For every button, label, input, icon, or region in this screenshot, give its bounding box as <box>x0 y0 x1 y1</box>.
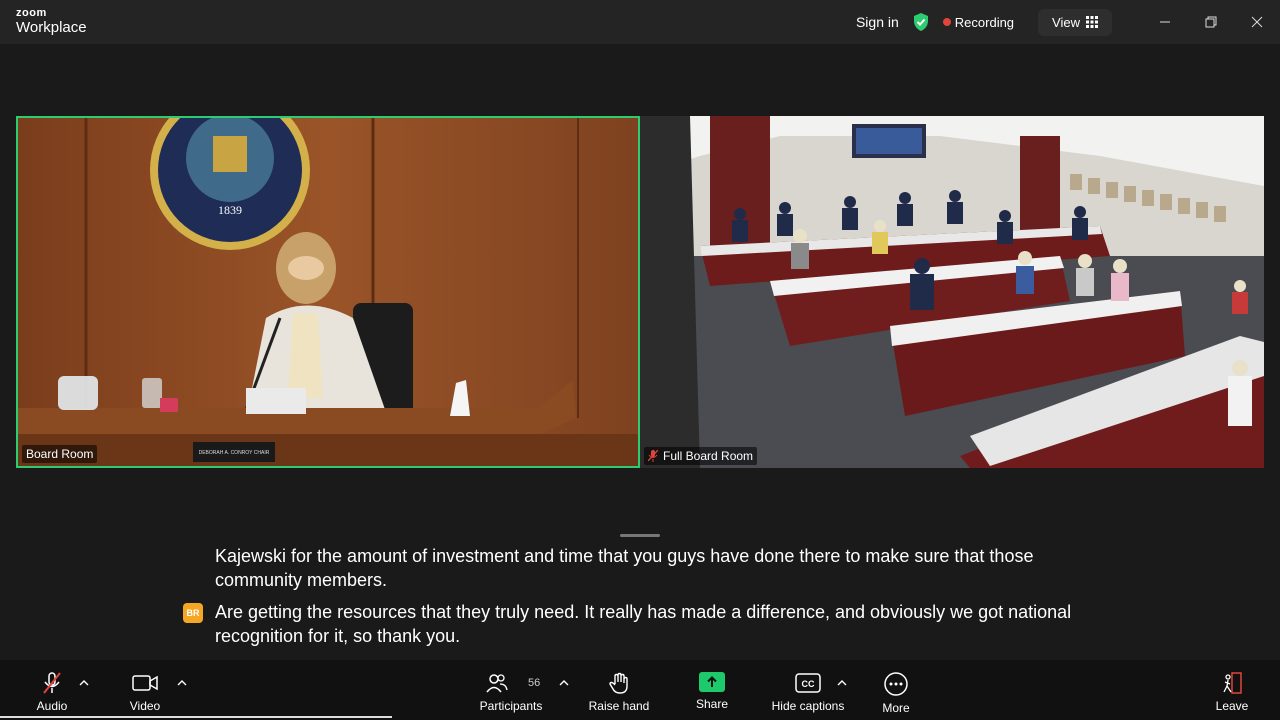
leave-button[interactable]: Leave <box>1210 660 1254 720</box>
full-board-room-video-feed <box>640 116 1264 468</box>
speaker-avatar: BR <box>183 603 203 623</box>
tile-name: Board Room <box>26 447 94 461</box>
view-button[interactable]: View <box>1038 8 1112 36</box>
video-options-caret-icon[interactable] <box>177 678 187 688</box>
sign-in-link[interactable]: Sign in <box>856 14 899 30</box>
participants-button[interactable]: Participants <box>476 660 546 720</box>
muted-mic-icon <box>648 450 658 462</box>
captions-options-caret-icon[interactable] <box>837 678 847 688</box>
video-label: Video <box>129 699 161 713</box>
tile-label-full-board-room: Full Board Room <box>644 447 758 465</box>
tile-label-board-room: Board Room <box>22 445 98 463</box>
audio-options-caret-icon[interactable] <box>79 678 89 688</box>
nameplate-text: DEBORAH A. CONROY CHAIR <box>199 450 270 456</box>
svg-text:CC: CC <box>802 679 815 689</box>
recording-dot-icon <box>942 18 951 26</box>
leave-door-icon <box>1223 672 1242 694</box>
more-button[interactable]: More <box>874 660 918 720</box>
participant-count: 56 <box>528 677 541 689</box>
audio-label: Audio <box>36 699 68 713</box>
recording-label: Recording <box>954 14 1015 30</box>
share-button[interactable]: Share <box>690 660 734 720</box>
minimize-button[interactable] <box>1142 0 1188 44</box>
restore-icon <box>1205 16 1217 28</box>
video-tile-full-board-room[interactable]: Full Board Room <box>640 116 1264 468</box>
close-button[interactable] <box>1234 0 1280 44</box>
audio-button[interactable]: Audio <box>30 660 74 720</box>
toolbar-scrollbar <box>0 716 392 718</box>
raise-hand-label: Raise hand <box>588 699 650 713</box>
participants-label: Participants <box>479 699 543 713</box>
zoom-workplace-logo: zoom Workplace <box>16 7 87 36</box>
video-tile-board-room[interactable]: 1839 DEBORAH A. CONROY CHAIR Board Room <box>16 116 640 468</box>
title-bar: zoom Workplace Sign in Recording View <box>0 0 1280 44</box>
board-room-video-feed: 1839 DEBORAH A. CONROY CHAIR <box>18 118 638 466</box>
captions-resize-handle[interactable] <box>620 534 660 537</box>
logo-workplace-text: Workplace <box>16 19 87 36</box>
more-options-icon <box>884 672 908 696</box>
seal-year: 1839 <box>218 203 242 217</box>
leave-label: Leave <box>1215 699 1249 713</box>
share-label: Share <box>695 697 729 711</box>
participants-icon <box>486 674 508 693</box>
caption-line: Are getting the resources that they trul… <box>215 602 1072 646</box>
video-stage: 1839 DEBORAH A. CONROY CHAIR Board Room … <box>0 44 1280 544</box>
raise-hand-button[interactable]: Raise hand <box>586 660 652 720</box>
camera-icon <box>132 675 158 691</box>
closed-captions-icon: CC <box>795 673 821 693</box>
raise-hand-icon <box>609 672 628 694</box>
more-label: More <box>882 701 910 715</box>
restore-button[interactable] <box>1188 0 1234 44</box>
grid-icon <box>1086 16 1098 28</box>
encryption-shield-icon[interactable] <box>913 13 929 31</box>
meeting-toolbar: Audio Video Participants 56 Raise hand S… <box>0 660 1280 720</box>
captions-panel: Kajewski for the amount of investment an… <box>0 544 1280 660</box>
tile-name: Full Board Room <box>663 449 754 463</box>
microphone-muted-icon <box>43 672 61 694</box>
video-button[interactable]: Video <box>122 660 168 720</box>
recording-indicator[interactable]: Recording <box>942 14 1015 30</box>
hide-captions-label: Hide captions <box>771 699 845 713</box>
view-label: View <box>1052 14 1080 30</box>
logo-zoom-text: zoom <box>16 7 47 19</box>
minimize-icon <box>1160 21 1170 23</box>
caption-line: Kajewski for the amount of investment an… <box>215 546 1034 590</box>
close-icon <box>1251 16 1263 28</box>
hide-captions-button[interactable]: CC Hide captions <box>766 660 850 720</box>
share-screen-icon <box>699 672 725 692</box>
participants-options-caret-icon[interactable] <box>559 678 569 688</box>
